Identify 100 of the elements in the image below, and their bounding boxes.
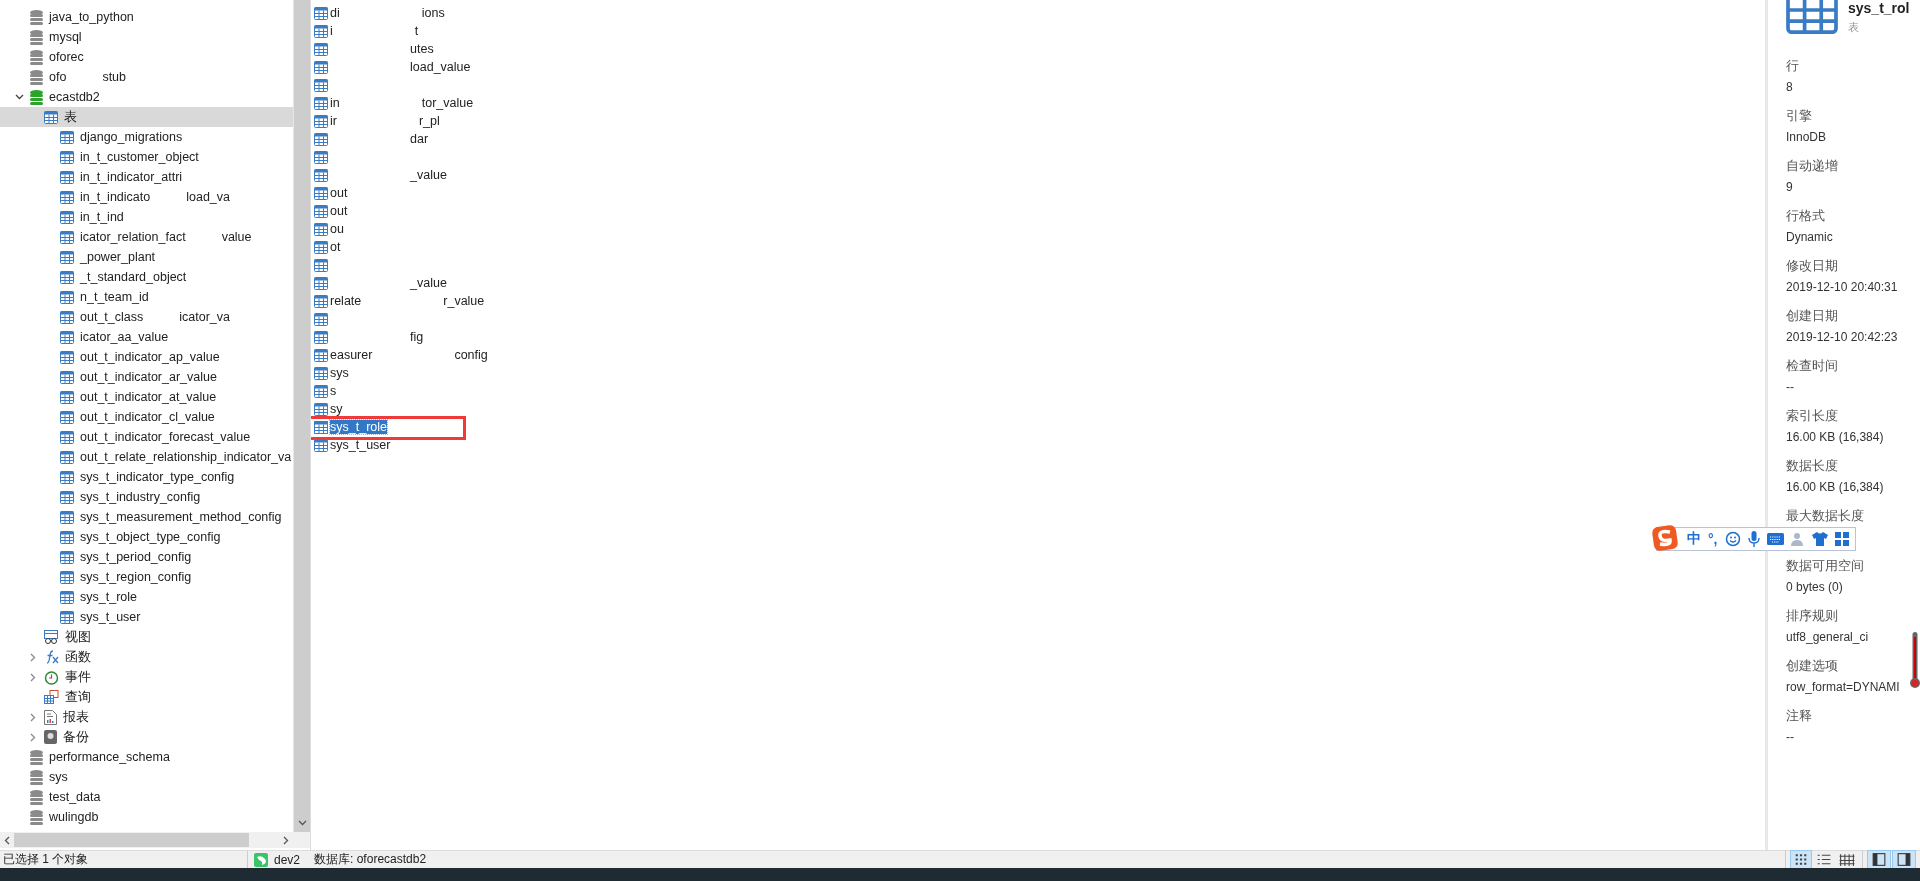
shirt-icon[interactable] <box>1811 532 1828 546</box>
tree-item[interactable]: icator_relation_fact value <box>0 227 293 247</box>
table-item[interactable]: out <box>314 184 474 202</box>
tree-item[interactable]: in_t_indicator_attri <box>0 167 293 187</box>
property-value: -- <box>1786 730 1794 744</box>
tree-item[interactable]: out_t_indicator_ap_value <box>0 347 293 367</box>
tree-item[interactable]: 视图 <box>0 627 293 647</box>
table-item[interactable]: dar <box>314 130 474 148</box>
table-item[interactable]: in tor_value <box>314 94 474 112</box>
chevron-right-icon[interactable] <box>283 835 289 845</box>
table-icon <box>314 24 328 38</box>
thermometer-icon <box>1910 632 1920 689</box>
table-item[interactable]: ir r_pl <box>314 112 474 130</box>
tree-item[interactable]: sys_t_user <box>0 607 293 627</box>
tree-item[interactable]: 事件 <box>0 667 293 687</box>
tree-item[interactable]: in_t_customer_object <box>0 147 293 167</box>
tree-item[interactable]: oforec <box>0 47 293 67</box>
table-item[interactable]: sys <box>314 364 474 382</box>
tree-item[interactable]: ofo stub <box>0 67 293 87</box>
tree-item[interactable]: _power_plant <box>0 247 293 267</box>
table-item[interactable]: _value <box>314 274 474 292</box>
table-item[interactable]: out <box>314 202 474 220</box>
tree-item[interactable]: 备份 <box>0 727 293 747</box>
tree-item[interactable]: 报表 <box>0 707 293 727</box>
table-icon <box>314 240 328 254</box>
tree-item[interactable]: sys_t_period_config <box>0 547 293 567</box>
table-icon <box>314 366 328 380</box>
punctuation-toggle[interactable]: °, <box>1708 531 1718 547</box>
table-item[interactable]: utes <box>314 40 474 58</box>
tree-item[interactable]: 表 <box>0 107 293 127</box>
chevron-left-icon[interactable] <box>4 835 10 845</box>
tree-item[interactable]: mysql <box>0 27 293 47</box>
table-icon <box>314 114 328 128</box>
chevron-down-icon[interactable] <box>297 820 307 826</box>
tree-item[interactable]: n_t_team_id <box>0 287 293 307</box>
table-icon <box>314 438 328 452</box>
scrollbar-corner <box>293 832 310 848</box>
table-item[interactable]: relate r_value <box>314 292 485 310</box>
tree-item[interactable]: out_t_indicator_cl_value <box>0 407 293 427</box>
tree-item[interactable]: ecastdb2 <box>0 87 293 107</box>
table-item[interactable]: i t <box>314 22 474 40</box>
property-label: 数据可用空间 <box>1786 557 1865 575</box>
ime-logo-icon[interactable] <box>1651 524 1679 552</box>
table-icon <box>314 186 328 200</box>
tree-item[interactable]: out_t_indicator_ar_value <box>0 367 293 387</box>
table-item[interactable]: easurer config <box>314 346 488 364</box>
table-item[interactable]: di ions <box>314 4 474 22</box>
table-icon <box>60 510 74 524</box>
tree-item[interactable]: performance_schema <box>0 747 293 767</box>
table-item[interactable]: sys_t_role <box>314 418 474 436</box>
table-item[interactable]: ot <box>314 238 474 256</box>
tree-item[interactable]: wulingdb <box>0 807 293 827</box>
tree-item[interactable]: sys_t_role <box>0 587 293 607</box>
table-item[interactable]: ou <box>314 220 474 238</box>
tree-item[interactable]: in_t_indicato load_va <box>0 187 293 207</box>
tree-item[interactable]: _t_standard_object <box>0 267 293 287</box>
backup-icon <box>44 730 57 744</box>
tree-item[interactable]: sys_t_industry_config <box>0 487 293 507</box>
tree-item[interactable]: test_data <box>0 787 293 807</box>
chevron-down-icon[interactable] <box>14 94 24 100</box>
tree-item[interactable]: 查询 <box>0 687 293 707</box>
tree-item[interactable]: out_t_class icator_va <box>0 307 293 327</box>
tree-item[interactable]: django_migrations <box>0 127 293 147</box>
table-icon <box>60 170 74 184</box>
microphone-icon[interactable] <box>1747 531 1760 547</box>
property-label: 引擎 <box>1786 107 1813 125</box>
tree-item[interactable]: out_t_indicator_forecast_value <box>0 427 293 447</box>
table-item[interactable]: fig <box>314 328 474 346</box>
report-icon <box>44 709 57 725</box>
tree-item[interactable]: out_t_relate_relationship_indicator_va <box>0 447 293 467</box>
tree-item[interactable]: sys_t_object_type_config <box>0 527 293 547</box>
selection-status: 已选择 1 个对象 <box>2 851 90 868</box>
smiley-icon[interactable] <box>1724 531 1741 547</box>
object-type: 表 <box>1848 20 1860 35</box>
tree-item[interactable]: sys_t_region_config <box>0 567 293 587</box>
grid-icon[interactable] <box>1834 532 1849 546</box>
ime-mode-toggle[interactable]: 中 <box>1687 530 1701 548</box>
tree-item[interactable]: sys_t_indicator_type_config <box>0 467 293 487</box>
view-icon <box>44 630 59 644</box>
table-item[interactable]: sys_t_user <box>314 436 474 454</box>
tree-item[interactable]: out_t_indicator_at_value <box>0 387 293 407</box>
table-icon <box>60 590 74 604</box>
property-label: 创建选项 <box>1786 657 1839 675</box>
horizontal-scrollbar[interactable] <box>0 832 293 848</box>
table-item[interactable]: s <box>314 382 474 400</box>
tree-item[interactable]: java_to_python <box>0 7 293 27</box>
vertical-scrollbar[interactable] <box>293 0 310 832</box>
tree-item[interactable]: sys <box>0 767 293 787</box>
property-value: 16.00 KB (16,384) <box>1786 480 1884 494</box>
tree-item[interactable]: icator_aa_value <box>0 327 293 347</box>
tree-item[interactable]: 函数 <box>0 647 293 667</box>
table-icon <box>60 150 74 164</box>
tree-item[interactable]: in_t_ind <box>0 207 293 227</box>
table-item[interactable]: load_value <box>314 58 474 76</box>
table-icon <box>60 550 74 564</box>
table-item[interactable]: sy <box>314 400 474 418</box>
table-item[interactable]: _value <box>314 166 474 184</box>
property-label: 最大数据长度 <box>1786 507 1865 525</box>
keyboard-icon[interactable] <box>1766 533 1784 545</box>
tree-item[interactable]: sys_t_measurement_method_config <box>0 507 293 527</box>
